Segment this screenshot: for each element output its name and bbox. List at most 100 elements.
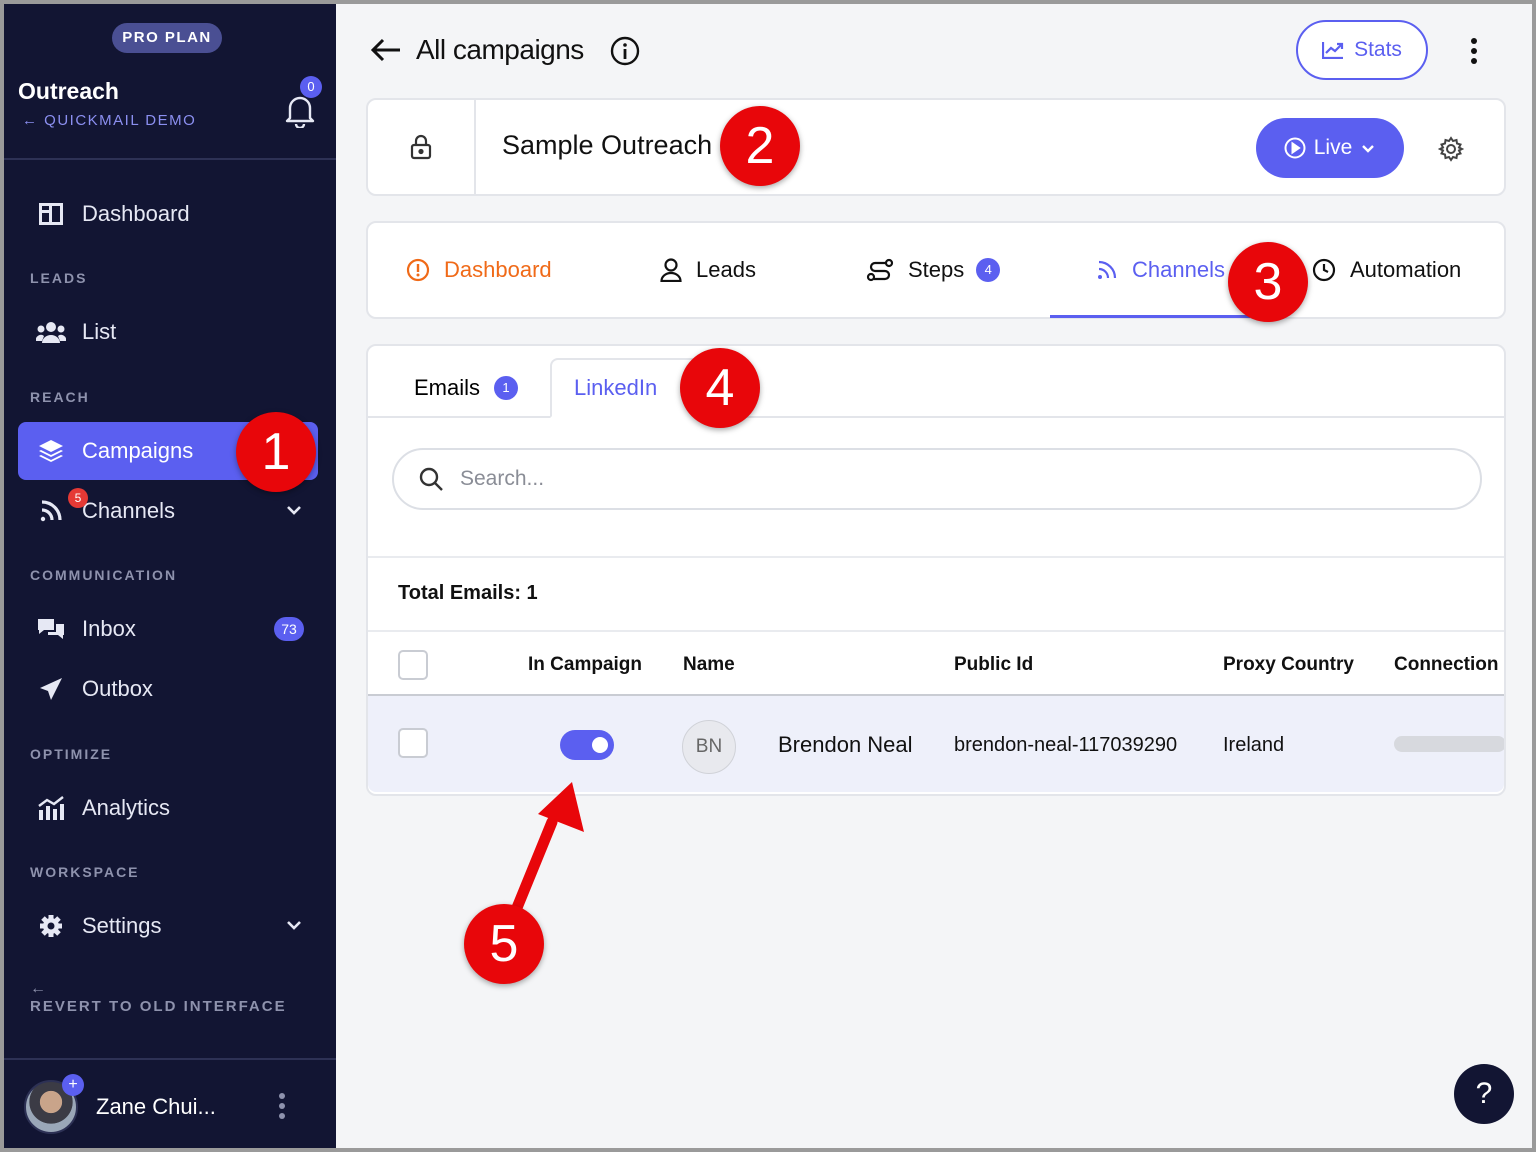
search-input[interactable] xyxy=(460,467,1360,491)
subtab-label: LinkedIn xyxy=(574,375,658,400)
annotation-arrow xyxy=(506,782,584,922)
chevron-down-icon[interactable] xyxy=(284,500,304,520)
tab-label: Steps xyxy=(908,257,965,282)
column-header-public-id[interactable]: Public Id xyxy=(954,654,1033,676)
tab-leads[interactable]: Leads xyxy=(660,223,756,317)
arrow-left-icon: ← xyxy=(30,980,46,997)
tab-label: Channels xyxy=(1132,257,1225,282)
rss-icon xyxy=(36,496,66,526)
section-label-communication: COMMUNICATION xyxy=(30,567,178,583)
tab-automation[interactable]: Automation xyxy=(1312,223,1461,317)
tab-label: Leads xyxy=(696,257,756,282)
live-label: Live xyxy=(1313,136,1353,159)
tab-label: Dashboard xyxy=(444,257,552,282)
workspace-switcher-link[interactable]: ← QUICKMAIL DEMO xyxy=(22,112,196,129)
lead-name[interactable]: Brendon Neal xyxy=(778,732,913,758)
select-all-checkbox[interactable] xyxy=(398,650,428,680)
callout-2: 2 xyxy=(720,106,800,186)
callout-1: 1 xyxy=(236,412,316,492)
in-campaign-toggle[interactable] xyxy=(560,730,614,760)
sidebar-item-list[interactable]: List xyxy=(18,303,318,361)
divider xyxy=(368,630,1504,632)
sidebar-item-analytics[interactable]: Analytics xyxy=(18,779,318,837)
more-vertical-icon[interactable] xyxy=(1470,38,1478,64)
campaign-header-card: Sample Outreach Live xyxy=(366,98,1506,196)
clock-icon xyxy=(1312,258,1336,282)
plus-icon[interactable]: + xyxy=(62,1074,84,1096)
sidebar-item-label: List xyxy=(82,319,117,344)
row-checkbox[interactable] xyxy=(398,728,428,758)
lock-toggle[interactable] xyxy=(368,100,476,194)
sidebar-item-label: Settings xyxy=(82,913,162,938)
callout-4: 4 xyxy=(680,348,760,428)
live-status-dropdown[interactable]: Live xyxy=(1256,118,1404,178)
chevron-down-icon xyxy=(1362,145,1375,153)
total-emails-label: Total Emails: 1 xyxy=(398,582,538,604)
proxy-country: Ireland xyxy=(1223,734,1285,756)
divider xyxy=(368,556,1504,558)
sidebar: PRO PLAN Outreach ← QUICKMAIL DEMO 0 Das… xyxy=(4,4,336,1148)
help-button[interactable]: ? xyxy=(1454,1064,1514,1124)
info-icon[interactable] xyxy=(610,36,640,66)
column-header-name[interactable]: Name xyxy=(683,654,735,676)
gear-icon xyxy=(36,911,66,941)
plan-badge: PRO PLAN xyxy=(112,23,222,53)
layers-icon xyxy=(36,436,66,466)
inbox-count-badge: 73 xyxy=(274,617,304,641)
settings-gear-icon[interactable] xyxy=(1438,136,1464,162)
tab-channels[interactable]: Channels xyxy=(1096,223,1225,317)
workspace-name: QUICKMAIL DEMO xyxy=(44,112,197,129)
campaign-name[interactable]: Sample Outreach xyxy=(502,130,712,161)
notification-count-badge: 0 xyxy=(300,76,322,98)
user-icon xyxy=(660,258,682,282)
stats-label: Stats xyxy=(1354,38,1402,61)
revert-to-old-interface-link[interactable]: REVERT TO OLD INTERFACE xyxy=(30,998,287,1015)
sidebar-item-label: Channels xyxy=(82,498,175,523)
emails-count-badge: 1 xyxy=(494,376,519,400)
divider xyxy=(4,1058,336,1060)
divider xyxy=(4,158,336,160)
column-header-in-campaign[interactable]: In Campaign xyxy=(528,654,642,676)
rss-icon xyxy=(1096,259,1118,281)
search-icon xyxy=(419,467,443,491)
search-field[interactable] xyxy=(392,448,1482,510)
chat-icon xyxy=(36,614,66,644)
steps-count-badge: 4 xyxy=(976,258,1001,282)
callout-5: 5 xyxy=(464,904,544,984)
user-name[interactable]: Zane Chui... xyxy=(96,1094,216,1120)
active-tab-indicator xyxy=(1050,315,1250,318)
tab-label: Automation xyxy=(1350,257,1462,282)
sidebar-item-dashboard[interactable]: Dashboard xyxy=(18,185,318,243)
analytics-icon xyxy=(36,793,66,823)
sidebar-item-outbox[interactable]: Outbox xyxy=(18,660,318,718)
page-title: All campaigns xyxy=(416,34,584,65)
section-label-leads: LEADS xyxy=(30,270,88,286)
campaign-tabs: Dashboard Leads Steps 4 Channels Automat… xyxy=(366,221,1506,319)
tab-steps[interactable]: Steps 4 xyxy=(866,223,1001,317)
chevron-down-icon[interactable] xyxy=(284,915,304,935)
sidebar-item-settings[interactable]: Settings xyxy=(18,897,318,955)
lock-icon xyxy=(410,134,432,160)
stats-button[interactable]: Stats xyxy=(1296,20,1428,80)
channels-alert-badge: 5 xyxy=(68,488,88,508)
section-label-workspace: WORKSPACE xyxy=(30,864,140,880)
column-header-proxy-country[interactable]: Proxy Country xyxy=(1223,654,1354,676)
sidebar-item-label: Analytics xyxy=(82,795,171,820)
connection-status-bar xyxy=(1394,736,1504,752)
info-circle-icon xyxy=(406,258,430,282)
sidebar-item-inbox[interactable]: Inbox 73 xyxy=(18,600,318,658)
dashboard-icon xyxy=(36,199,66,229)
tab-dashboard[interactable]: Dashboard xyxy=(406,223,552,317)
app-window: PRO PLAN Outreach ← QUICKMAIL DEMO 0 Das… xyxy=(4,4,1532,1148)
sidebar-item-label: Campaigns xyxy=(82,438,194,463)
section-label-reach: REACH xyxy=(30,389,90,405)
section-label-optimize: OPTIMIZE xyxy=(30,746,113,762)
subtab-emails[interactable]: Emails 1 xyxy=(392,358,540,418)
back-arrow-icon[interactable] xyxy=(370,36,402,64)
more-vertical-icon[interactable] xyxy=(278,1092,286,1120)
column-header-connection[interactable]: Connection xyxy=(1394,654,1499,676)
org-name[interactable]: Outreach xyxy=(18,78,119,105)
sidebar-item-label: Inbox xyxy=(82,616,136,641)
subtab-label: Emails xyxy=(414,375,481,400)
avatar: BN xyxy=(682,720,736,774)
